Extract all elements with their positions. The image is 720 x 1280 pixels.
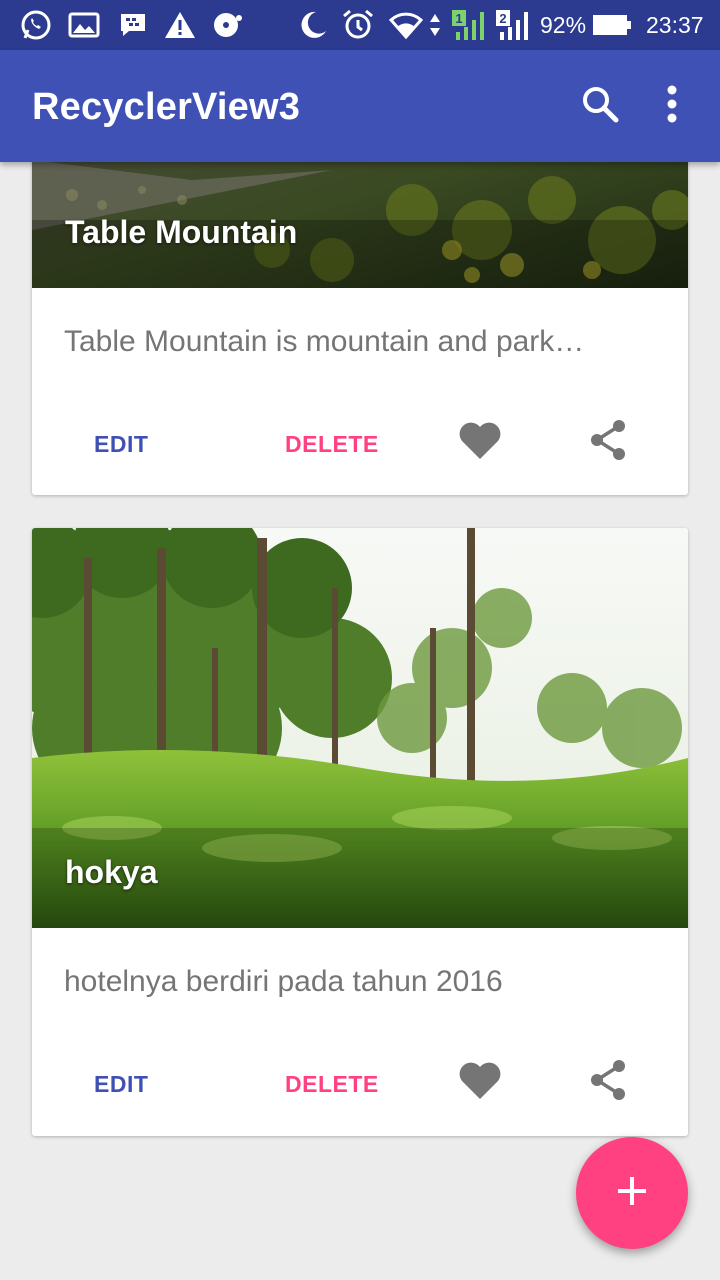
delete-button[interactable]: DELETE (285, 1071, 379, 1098)
warning-icon (162, 9, 198, 41)
sim2-signal-icon: 2 (494, 9, 534, 41)
app-bar: RecyclerView3 (0, 50, 720, 162)
delete-button[interactable]: DELETE (285, 431, 379, 458)
alarm-icon (340, 9, 376, 41)
search-icon (581, 85, 619, 128)
gallery-icon (66, 9, 102, 41)
battery-icon (592, 9, 632, 41)
add-fab-button[interactable] (576, 1137, 688, 1249)
card-title: hokya (65, 854, 158, 890)
share-icon (588, 1059, 628, 1106)
moon-icon (294, 9, 330, 41)
sim1-label: 1 (455, 11, 462, 26)
bbm-icon (116, 9, 150, 41)
battery-percent: 92% (540, 12, 587, 38)
add-icon (616, 1175, 648, 1212)
card-title: Table Mountain (65, 214, 298, 250)
card-description: hotelnya berdiri pada tahun 2016 (64, 965, 503, 998)
app-title: RecyclerView3 (32, 86, 301, 128)
whatsapp-icon (18, 9, 54, 41)
sim1-signal-icon: 1 (450, 9, 490, 41)
status-bar: 1 2 92% 23:37 (0, 0, 720, 50)
edit-button[interactable]: EDIT (94, 1071, 148, 1098)
share-icon (588, 419, 628, 466)
favorite-button[interactable] (456, 418, 504, 466)
sim2-label: 2 (499, 11, 506, 26)
favorite-button[interactable] (456, 1058, 504, 1106)
data-arrows-icon (428, 9, 442, 41)
card-hokya[interactable]: hokya hotelnya berdiri pada tahun 2016 E… (32, 528, 688, 1136)
clock: 23:37 (646, 12, 704, 38)
disc-icon (210, 9, 246, 41)
edit-button[interactable]: EDIT (94, 431, 148, 458)
share-button[interactable] (584, 418, 632, 466)
card-description: Table Mountain is mountain and park… (64, 325, 585, 358)
share-button[interactable] (584, 1058, 632, 1106)
overflow-menu-button[interactable] (646, 80, 698, 132)
more-vert-icon (666, 85, 678, 128)
heart-icon (458, 420, 502, 465)
search-button[interactable] (574, 80, 626, 132)
heart-icon (458, 1060, 502, 1105)
wifi-icon (388, 9, 424, 41)
